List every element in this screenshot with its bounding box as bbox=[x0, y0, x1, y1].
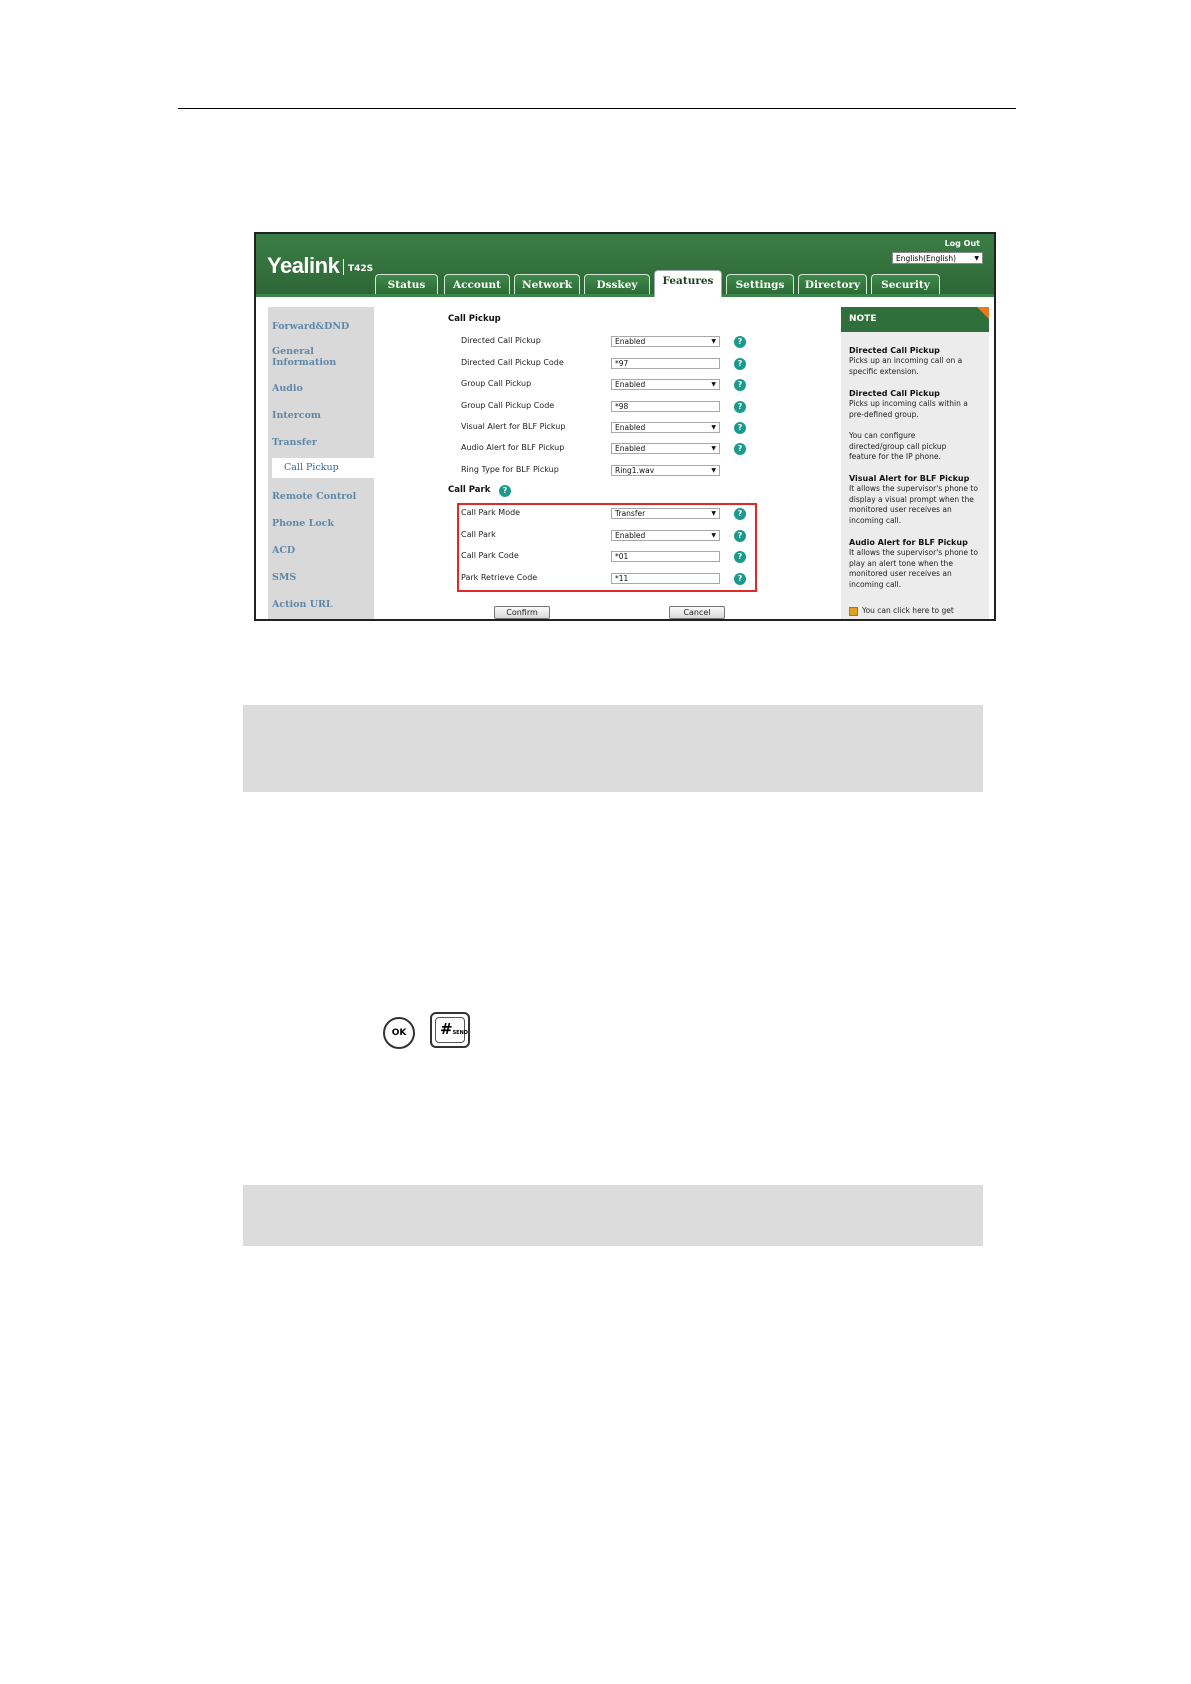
help-icon[interactable]: ? bbox=[734, 573, 746, 585]
input-group-call-pickup-code[interactable]: *98 bbox=[611, 401, 720, 412]
chevron-down-icon: ▼ bbox=[711, 510, 716, 517]
note-text: Picks up incoming calls within a pre-def… bbox=[849, 399, 968, 419]
tab-account[interactable]: Account bbox=[444, 274, 510, 294]
nav-acd[interactable]: ACD bbox=[272, 545, 295, 556]
web-ui-screenshot: Yealink T42S Log Out English(English) ▼ S… bbox=[254, 232, 996, 621]
label-audio-alert-blf: Audio Alert for BLF Pickup bbox=[461, 443, 565, 452]
hash-symbol: # bbox=[440, 1020, 453, 1038]
info-icon bbox=[849, 607, 858, 616]
tab-settings[interactable]: Settings bbox=[726, 274, 794, 294]
nav-action-url[interactable]: Action URL bbox=[272, 599, 333, 610]
logout-link[interactable]: Log Out bbox=[945, 239, 980, 248]
label-ring-type-blf: Ring Type for BLF Pickup bbox=[461, 465, 559, 474]
value: Enabled bbox=[615, 337, 646, 346]
chevron-down-icon: ▼ bbox=[974, 255, 979, 262]
note-corner bbox=[977, 307, 989, 319]
help-icon[interactable]: ? bbox=[734, 508, 746, 520]
select-audio-alert-blf[interactable]: Enabled ▼ bbox=[611, 443, 720, 454]
note-text: It allows the supervisor's phone to play… bbox=[849, 548, 978, 589]
select-call-park-mode[interactable]: Transfer ▼ bbox=[611, 508, 720, 519]
select-ring-type-blf[interactable]: Ring1.wav ▼ bbox=[611, 465, 720, 476]
nav-phone-lock[interactable]: Phone Lock bbox=[272, 518, 334, 529]
section-call-pickup: Call Pickup bbox=[448, 314, 501, 324]
note-heading: Audio Alert for BLF Pickup bbox=[849, 538, 968, 547]
label-directed-call-pickup: Directed Call Pickup bbox=[461, 336, 541, 345]
value: Enabled bbox=[615, 531, 646, 540]
select-call-park[interactable]: Enabled ▼ bbox=[611, 530, 720, 541]
note-heading: Directed Call Pickup bbox=[849, 389, 940, 398]
input-call-park-code[interactable]: *01 bbox=[611, 551, 720, 562]
value: Ring1.wav bbox=[615, 466, 655, 475]
select-directed-call-pickup[interactable]: Enabled ▼ bbox=[611, 336, 720, 347]
note-title: NOTE bbox=[841, 307, 989, 332]
nav-sms[interactable]: SMS bbox=[272, 572, 296, 583]
label-group-call-pickup-code: Group Call Pickup Code bbox=[461, 401, 555, 410]
language-select[interactable]: English(English) ▼ bbox=[892, 252, 983, 264]
model-label: T42S bbox=[348, 264, 374, 274]
help-icon[interactable]: ? bbox=[734, 422, 746, 434]
select-visual-alert-blf[interactable]: Enabled ▼ bbox=[611, 422, 720, 433]
hash-key-face: #SEND bbox=[435, 1017, 468, 1043]
label-directed-call-pickup-code: Directed Call Pickup Code bbox=[461, 358, 564, 367]
note-text: Picks up an incoming call on a specific … bbox=[849, 356, 963, 376]
nav-general-information[interactable]: General Information bbox=[272, 346, 352, 368]
tab-security[interactable]: Security bbox=[871, 274, 940, 294]
label-park-retrieve-code: Park Retrieve Code bbox=[461, 573, 538, 582]
label-call-park-code: Call Park Code bbox=[461, 551, 519, 560]
help-icon[interactable]: ? bbox=[734, 336, 746, 348]
chevron-down-icon: ▼ bbox=[711, 424, 716, 431]
header-rule bbox=[178, 108, 1016, 109]
chevron-down-icon: ▼ bbox=[711, 445, 716, 452]
tab-network[interactable]: Network bbox=[514, 274, 580, 294]
help-icon[interactable]: ? bbox=[734, 358, 746, 370]
chevron-down-icon: ▼ bbox=[711, 381, 716, 388]
help-icon[interactable]: ? bbox=[734, 530, 746, 542]
logo-separator bbox=[343, 259, 344, 275]
language-value: English(English) bbox=[896, 254, 957, 263]
help-icon[interactable]: ? bbox=[734, 443, 746, 455]
help-icon[interactable]: ? bbox=[734, 401, 746, 413]
ok-key-icon: OK bbox=[383, 1017, 415, 1049]
nav-audio[interactable]: Audio bbox=[272, 383, 303, 394]
label-call-park-mode: Call Park Mode bbox=[461, 508, 521, 517]
nav-transfer[interactable]: Transfer bbox=[272, 437, 317, 448]
logo: Yealink bbox=[267, 253, 340, 278]
note-text: You can configure directed/group call pi… bbox=[849, 431, 947, 461]
help-icon[interactable]: ? bbox=[734, 551, 746, 563]
hash-sub: SEND bbox=[452, 1030, 468, 1036]
chevron-down-icon: ▼ bbox=[711, 467, 716, 474]
hash-key-icon: #SEND bbox=[430, 1012, 470, 1048]
value: Enabled bbox=[615, 380, 646, 389]
help-icon[interactable]: ? bbox=[734, 379, 746, 391]
chevron-down-icon: ▼ bbox=[711, 338, 716, 345]
note-heading: Visual Alert for BLF Pickup bbox=[849, 474, 970, 483]
chevron-down-icon: ▼ bbox=[711, 532, 716, 539]
note-text: It allows the supervisor's phone to disp… bbox=[849, 484, 978, 525]
nav-remote-control[interactable]: Remote Control bbox=[272, 491, 356, 502]
tab-dsskey[interactable]: Dsskey bbox=[584, 274, 650, 294]
nav-intercom[interactable]: Intercom bbox=[272, 410, 321, 421]
value: Enabled bbox=[615, 423, 646, 432]
note-footer-link[interactable]: You can click here to get bbox=[862, 606, 954, 615]
tab-features[interactable]: Features bbox=[654, 270, 722, 297]
input-park-retrieve-code[interactable]: *11 bbox=[611, 573, 720, 584]
nav-forward-dnd[interactable]: Forward&DND bbox=[272, 321, 349, 332]
label-call-park: Call Park bbox=[461, 530, 496, 539]
tab-status[interactable]: Status bbox=[375, 274, 438, 294]
section-call-park: Call Park bbox=[448, 485, 491, 495]
input-directed-call-pickup-code[interactable]: *97 bbox=[611, 358, 720, 369]
label-visual-alert-blf: Visual Alert for BLF Pickup bbox=[461, 422, 566, 431]
select-group-call-pickup[interactable]: Enabled ▼ bbox=[611, 379, 720, 390]
nav-call-pickup[interactable]: Call Pickup bbox=[272, 458, 374, 478]
note-heading: Directed Call Pickup bbox=[849, 346, 940, 355]
note-box bbox=[243, 1185, 983, 1246]
note-box bbox=[243, 705, 983, 792]
tab-directory[interactable]: Directory bbox=[798, 274, 867, 294]
label-group-call-pickup: Group Call Pickup bbox=[461, 379, 532, 388]
value: Transfer bbox=[615, 509, 646, 518]
cancel-button[interactable]: Cancel bbox=[669, 606, 725, 619]
confirm-button[interactable]: Confirm bbox=[494, 606, 550, 619]
help-icon[interactable]: ? bbox=[499, 485, 511, 497]
value: Enabled bbox=[615, 444, 646, 453]
